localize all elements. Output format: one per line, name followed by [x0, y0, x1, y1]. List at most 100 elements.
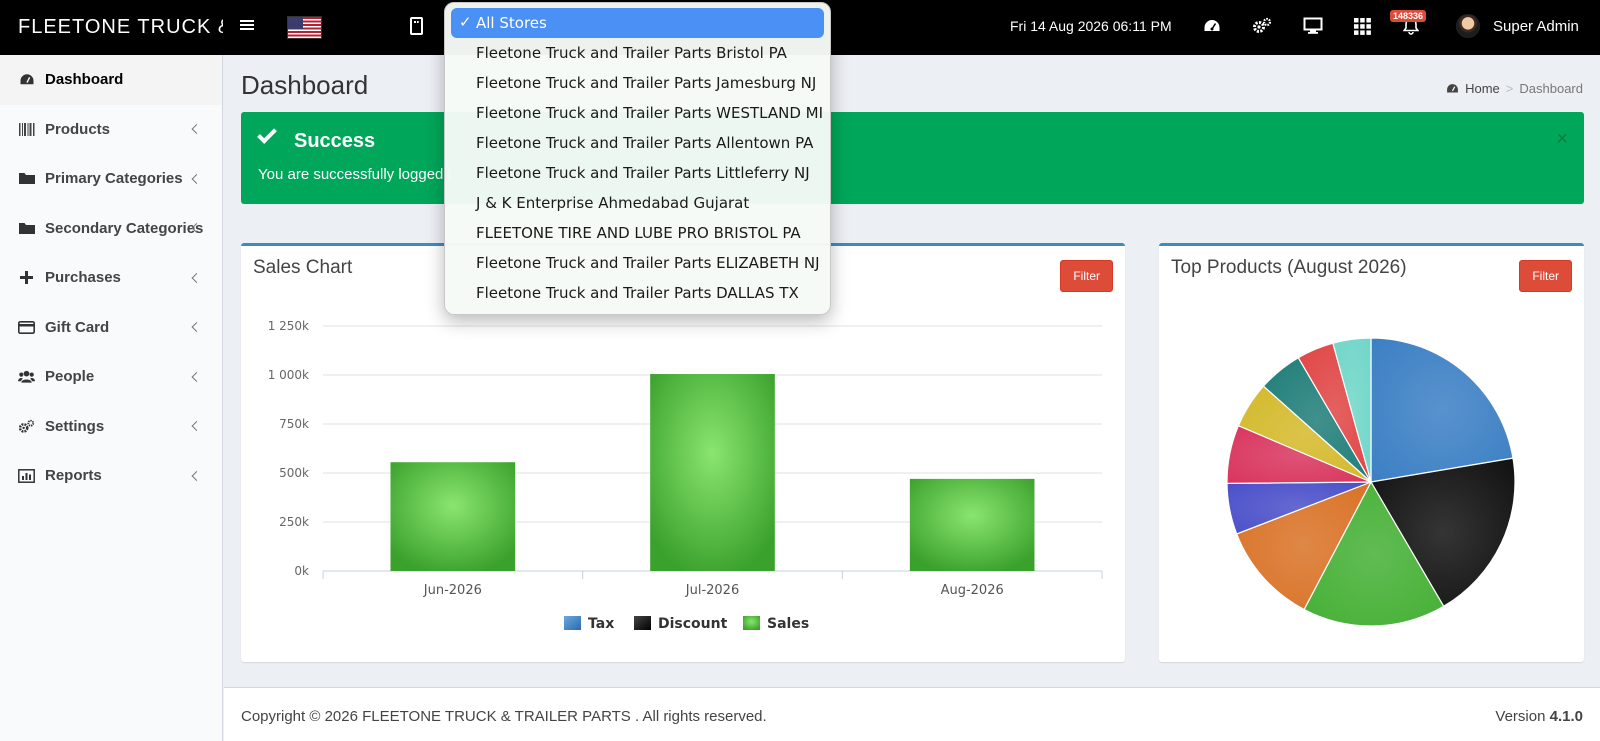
sidebar-item-secondary-categories[interactable]: Secondary Categories	[0, 204, 222, 254]
bar-sales-aug-2026	[909, 478, 1035, 571]
sidebar-item-label: Primary Categories	[45, 170, 183, 188]
store-option[interactable]: Fleetone Truck and Trailer Parts Littlef…	[451, 158, 824, 188]
success-alert: Success You are successfully logged i ×	[241, 112, 1584, 204]
x-tick-label: Aug-2026	[941, 583, 1004, 598]
store-option[interactable]: J & K Enterprise Ahmedabad Gujarat	[451, 188, 824, 218]
breadcrumb-current: Dashboard	[1519, 81, 1583, 96]
store-option[interactable]: Fleetone Truck and Trailer Parts ELIZABE…	[451, 248, 824, 278]
breadcrumb: Home > Dashboard	[1446, 81, 1583, 96]
legend-label-sales: Sales	[767, 616, 809, 632]
folder-icon	[18, 172, 35, 186]
sidebar-item-primary-categories[interactable]: Primary Categories	[0, 154, 222, 204]
chevron-left-icon	[191, 322, 202, 333]
app-logo[interactable]: FLEETONE TRUCK &	[0, 0, 223, 55]
store-option-label: Fleetone Truck and Trailer Parts Littlef…	[476, 164, 810, 182]
sidebar-item-reports[interactable]: Reports	[0, 451, 222, 501]
chevron-left-icon	[191, 173, 202, 184]
alert-message: You are successfully logged i	[258, 166, 451, 183]
sidebar-item-products[interactable]: Products	[0, 105, 222, 155]
version-number: 4.1.0	[1549, 708, 1583, 725]
store-option-label: Fleetone Truck and Trailer Parts Jamesbu…	[476, 74, 817, 92]
store-option[interactable]: Fleetone Truck and Trailer Parts Bristol…	[451, 38, 824, 68]
store-option-label: J & K Enterprise Ahmedabad Gujarat	[476, 194, 750, 212]
y-tick-label: 500k	[279, 466, 309, 480]
sidebar-item-label: Secondary Categories	[45, 219, 204, 237]
x-tick-label: Jul-2026	[685, 583, 739, 598]
store-option[interactable]: Fleetone Truck and Trailer Parts DALLAS …	[451, 278, 824, 308]
menu-toggle-icon[interactable]	[240, 18, 254, 32]
chevron-left-icon	[191, 124, 202, 135]
store-option[interactable]: ✓ All Stores	[451, 8, 824, 38]
y-tick-label: 0k	[294, 564, 309, 578]
footer: Copyright © 2026 FLEETONE TRUCK & TRAILE…	[224, 687, 1600, 741]
dashboard-icon	[1447, 84, 1459, 93]
store-option-label: Fleetone Truck and Trailer Parts WESTLAN…	[476, 104, 824, 122]
breadcrumb-home[interactable]: Home	[1446, 81, 1500, 96]
sidebar-item-people[interactable]: People	[0, 352, 222, 402]
chevron-left-icon	[191, 421, 202, 432]
bar-sales-jul-2026	[650, 374, 775, 571]
barcode-icon	[18, 122, 35, 136]
apps-grid-icon[interactable]	[1352, 16, 1372, 36]
store-building-icon[interactable]	[410, 17, 423, 35]
user-name[interactable]: Super Admin	[1493, 18, 1579, 35]
bar-chart-icon	[18, 468, 35, 483]
alert-title: Success	[294, 130, 376, 152]
close-icon[interactable]: ×	[1556, 128, 1568, 151]
sidebar-item-dashboard[interactable]: Dashboard	[0, 55, 222, 105]
pie-slice-1	[1370, 337, 1514, 483]
store-option-label: Fleetone Truck and Trailer Parts DALLAS …	[476, 284, 799, 302]
sidebar: Dashboard Products Primary Categories Secon…	[0, 55, 223, 741]
store-option[interactable]: Fleetone Truck and Trailer Parts WESTLAN…	[451, 98, 824, 128]
legend-swatch-sales	[743, 616, 760, 630]
sidebar-item-label: Purchases	[45, 269, 121, 287]
store-option[interactable]: Fleetone Truck and Trailer Parts Jamesbu…	[451, 68, 824, 98]
store-option-label: Fleetone Truck and Trailer Parts Bristol…	[476, 44, 787, 62]
plus-icon	[18, 271, 35, 285]
y-tick-label: 250k	[279, 515, 309, 529]
user-avatar[interactable]	[1456, 14, 1480, 38]
us-flag-icon[interactable]	[287, 16, 322, 39]
checkmark-icon: ✓	[459, 13, 472, 31]
store-option[interactable]: FLEETONE TIRE AND LUBE PRO BRISTOL PA	[451, 218, 824, 248]
dashboard-speed-icon[interactable]	[1202, 16, 1222, 36]
sidebar-item-label: Reports	[45, 467, 102, 485]
chevron-left-icon	[191, 272, 202, 283]
x-tick-label: Jun-2026	[423, 583, 482, 598]
users-icon	[18, 370, 35, 384]
legend-swatch-tax	[564, 616, 581, 630]
breadcrumb-home-label: Home	[1465, 81, 1500, 96]
bar-sales-jun-2026	[390, 462, 516, 571]
breadcrumb-separator: >	[1505, 81, 1514, 96]
chevron-left-icon	[191, 470, 202, 481]
version-label: Version	[1495, 708, 1546, 725]
legend-label-discount: Discount	[658, 616, 728, 632]
sidebar-item-label: Products	[45, 120, 111, 138]
desktop-icon[interactable]	[1303, 16, 1323, 36]
chevron-left-icon	[191, 371, 202, 382]
cogs-icon[interactable]	[1252, 16, 1272, 36]
sidebar-item-purchases[interactable]: Purchases	[0, 253, 222, 303]
y-tick-label: 1 250k	[268, 319, 309, 333]
footer-copyright: Copyright © 2026 FLEETONE TRUCK & TRAILE…	[241, 708, 767, 725]
current-datetime: Fri 14 Aug 2026 06:11 PM	[1010, 18, 1172, 34]
dashboard-icon	[18, 73, 35, 87]
store-option-label: FLEETONE TIRE AND LUBE PRO BRISTOL PA	[476, 224, 801, 242]
store-option-label: Fleetone Truck and Trailer Parts Allento…	[476, 134, 814, 152]
store-option-label: Fleetone Truck and Trailer Parts ELIZABE…	[476, 254, 820, 272]
store-option[interactable]: Fleetone Truck and Trailer Parts Allento…	[451, 128, 824, 158]
sidebar-item-label: Dashboard	[45, 71, 124, 89]
folder-icon	[18, 221, 35, 235]
sidebar-item-settings[interactable]: Settings	[0, 402, 222, 452]
store-option-label: All Stores	[476, 14, 547, 32]
sidebar-item-label: Settings	[45, 417, 105, 435]
credit-card-icon	[18, 320, 35, 334]
top-products-box: Top Products (August 2026) Filter	[1159, 243, 1584, 662]
y-tick-label: 1 000k	[268, 368, 309, 382]
sidebar-item-label: People	[45, 368, 95, 386]
sidebar-item-gift-card[interactable]: Gift Card	[0, 303, 222, 353]
store-select-dropdown[interactable]: ✓ All Stores Fleetone Truck and Trailer Pa…	[444, 2, 831, 315]
top-products-pie-chart	[1226, 337, 1516, 627]
y-tick-label: 750k	[279, 417, 309, 431]
notification-count-badge: 148336	[1390, 10, 1427, 22]
